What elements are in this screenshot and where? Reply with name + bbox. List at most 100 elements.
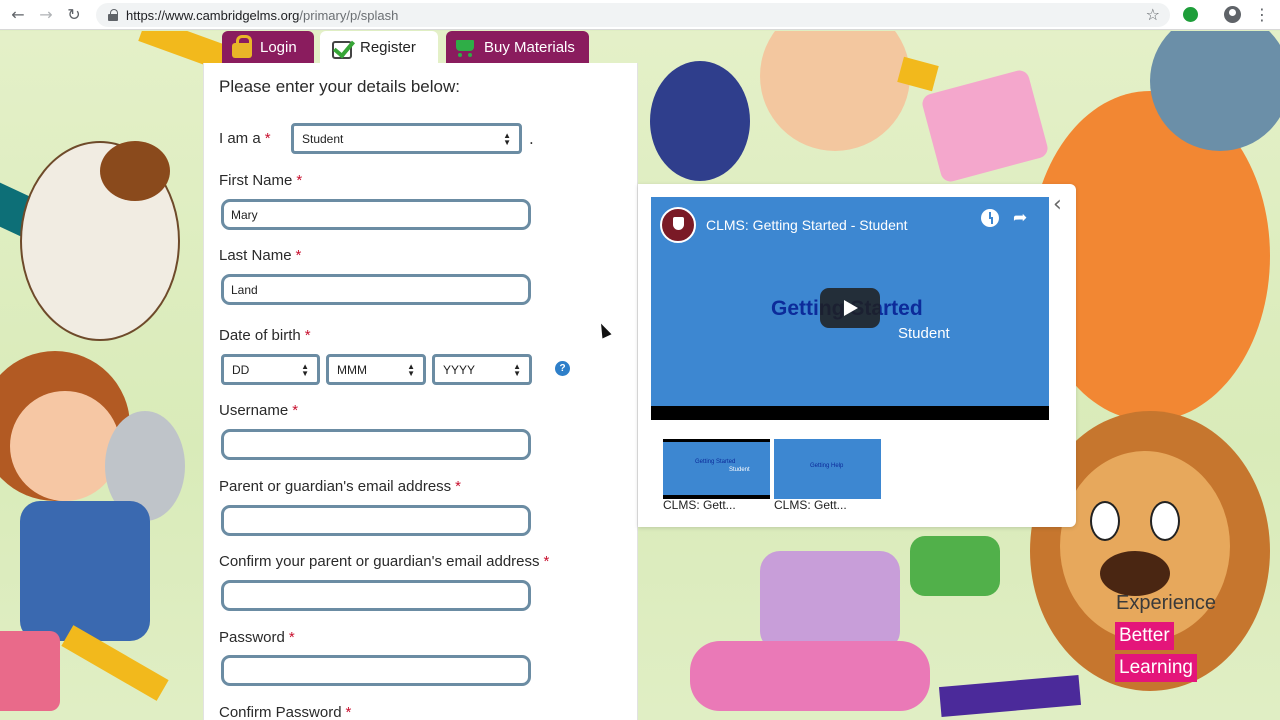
first-name-input[interactable]: Mary	[221, 199, 531, 230]
boy-shirt	[650, 61, 750, 181]
thumbnail-1-subtitle: Student	[729, 467, 750, 473]
password-input[interactable]	[221, 655, 531, 686]
dob-label-text: Date of birth	[219, 327, 301, 344]
tab-register[interactable]: Register	[320, 31, 438, 64]
video-frame: CLMS: Getting Started - Student ➦ Gettin…	[651, 197, 1049, 406]
dog-eye-left	[1090, 501, 1120, 541]
lion-nose	[1100, 551, 1170, 596]
dob-label: Date of birth *	[219, 327, 311, 344]
last-name-label: Last Name *	[219, 247, 301, 264]
required-mark: *	[264, 130, 271, 147]
parent-email-input[interactable]	[221, 505, 531, 536]
tab-register-label: Register	[360, 39, 416, 56]
tab-login-label: Login	[260, 38, 297, 56]
username-input[interactable]	[221, 429, 531, 460]
password-label: Password *	[219, 629, 295, 646]
share-icon[interactable]: ➦	[1013, 208, 1027, 228]
registration-form: Please enter your details below: I am a *…	[203, 63, 638, 720]
last-name-value: Land	[231, 282, 258, 297]
required-mark: *	[288, 629, 295, 646]
last-name-input[interactable]: Land	[221, 274, 531, 305]
required-mark: *	[295, 247, 302, 264]
play-button[interactable]	[820, 288, 880, 328]
required-mark: *	[296, 172, 303, 189]
thumbnail-2-caption[interactable]: CLMS: Gett...	[774, 498, 847, 512]
promo-learning: Learning	[1115, 654, 1197, 682]
tab-login[interactable]: Login	[222, 31, 314, 63]
back-icon[interactable]: ←	[4, 0, 32, 30]
confirm-password-label: Confirm Password *	[219, 704, 351, 720]
required-mark: *	[304, 327, 311, 344]
bookmark-star-icon[interactable]: ☆	[1146, 5, 1160, 24]
lock-icon	[108, 9, 118, 21]
dob-year-value: YYYY	[443, 362, 476, 377]
video-thumbnail-1[interactable]: Getting Started Student	[663, 439, 770, 499]
role-label: I am a *	[219, 130, 271, 147]
first-name-value: Mary	[231, 207, 258, 222]
pink-shoes	[690, 641, 930, 711]
channel-logo-icon[interactable]	[660, 207, 696, 243]
select-arrows-icon: ▲ ▼	[407, 361, 415, 378]
tab-buy-label: Buy Materials	[484, 38, 575, 56]
required-mark: *	[345, 704, 352, 720]
tab-buy-materials[interactable]: Buy Materials	[446, 31, 589, 63]
url-text: https://www.cambridgelms.org/primary/p/s…	[126, 8, 398, 23]
shopping-cart-icon	[454, 38, 476, 57]
dog-eye-right	[1150, 501, 1180, 541]
boy-head	[760, 31, 910, 151]
browser-menu-icon[interactable]: ⋮	[1254, 5, 1270, 24]
legs-pants	[760, 551, 900, 651]
confirm-password-label-text: Confirm Password	[219, 704, 342, 720]
video-frame-subtitle: Student	[898, 325, 950, 342]
confirm-parent-email-label: Confirm your parent or guardian's email …	[219, 553, 549, 570]
dob-day-value: DD	[232, 362, 250, 377]
forward-icon[interactable]: →	[32, 0, 60, 30]
required-mark: *	[292, 402, 299, 419]
form-intro: Please enter your details below:	[219, 77, 460, 96]
select-arrows-icon: ▲ ▼	[301, 361, 309, 378]
parent-email-label-text: Parent or guardian's email address	[219, 478, 452, 495]
video-title[interactable]: CLMS: Getting Started - Student	[706, 217, 908, 233]
girl-face	[10, 391, 120, 501]
username-label-text: Username	[219, 402, 289, 419]
green-shoes	[910, 536, 1000, 596]
password-label-text: Password	[219, 629, 285, 646]
purple-stripe	[938, 674, 1082, 718]
video-panel: CLMS: Getting Started - Student ➦ Gettin…	[638, 184, 1076, 527]
promo-experience: Experience	[1116, 592, 1217, 614]
url-host: https://www.cambridgelms.org	[126, 7, 300, 23]
last-name-label-text: Last Name	[219, 247, 292, 264]
dob-month-value: MMM	[337, 362, 367, 377]
video-player[interactable]: CLMS: Getting Started - Student ➦ Gettin…	[651, 197, 1049, 420]
role-select[interactable]: Student ▲ ▼	[291, 123, 522, 154]
role-select-value: Student	[302, 131, 344, 146]
reload-icon[interactable]: ↻	[60, 0, 88, 30]
thumbnail-1-caption[interactable]: CLMS: Gett...	[663, 498, 736, 512]
dog-ear	[100, 141, 170, 201]
watch-later-icon[interactable]	[981, 209, 999, 227]
checkbox-icon	[332, 40, 352, 59]
browser-toolbar: ← → ↻ https://www.cambridgelms.org/prima…	[0, 0, 1280, 30]
confirm-parent-email-input[interactable]	[221, 580, 531, 611]
select-arrows-icon: ▲ ▼	[503, 130, 511, 147]
confirm-parent-email-label-text: Confirm your parent or guardian's email …	[219, 553, 540, 570]
first-name-label-text: First Name	[219, 172, 293, 189]
help-icon[interactable]: ?	[555, 361, 570, 376]
select-arrows-icon: ▲ ▼	[513, 361, 521, 378]
address-bar[interactable]: https://www.cambridgelms.org/primary/p/s…	[96, 3, 1170, 27]
collapse-chevron-icon[interactable]: ‹	[1053, 192, 1062, 217]
thumbnail-1-title: Getting Started	[695, 459, 736, 465]
extension-icon[interactable]	[1183, 7, 1198, 22]
first-name-label: First Name *	[219, 172, 302, 189]
dob-day-select[interactable]: DD ▲ ▼	[221, 354, 320, 385]
overalls	[20, 501, 150, 641]
dob-year-select[interactable]: YYYY ▲ ▼	[432, 354, 532, 385]
username-label: Username *	[219, 402, 298, 419]
dob-month-select[interactable]: MMM ▲ ▼	[326, 354, 426, 385]
video-thumbnail-2[interactable]: Getting Help	[774, 439, 881, 499]
padlock-icon	[232, 35, 252, 58]
required-mark: *	[543, 553, 550, 570]
profile-icon[interactable]	[1224, 6, 1241, 23]
parent-email-label: Parent or guardian's email address *	[219, 478, 461, 495]
url-path: /primary/p/splash	[299, 7, 399, 23]
